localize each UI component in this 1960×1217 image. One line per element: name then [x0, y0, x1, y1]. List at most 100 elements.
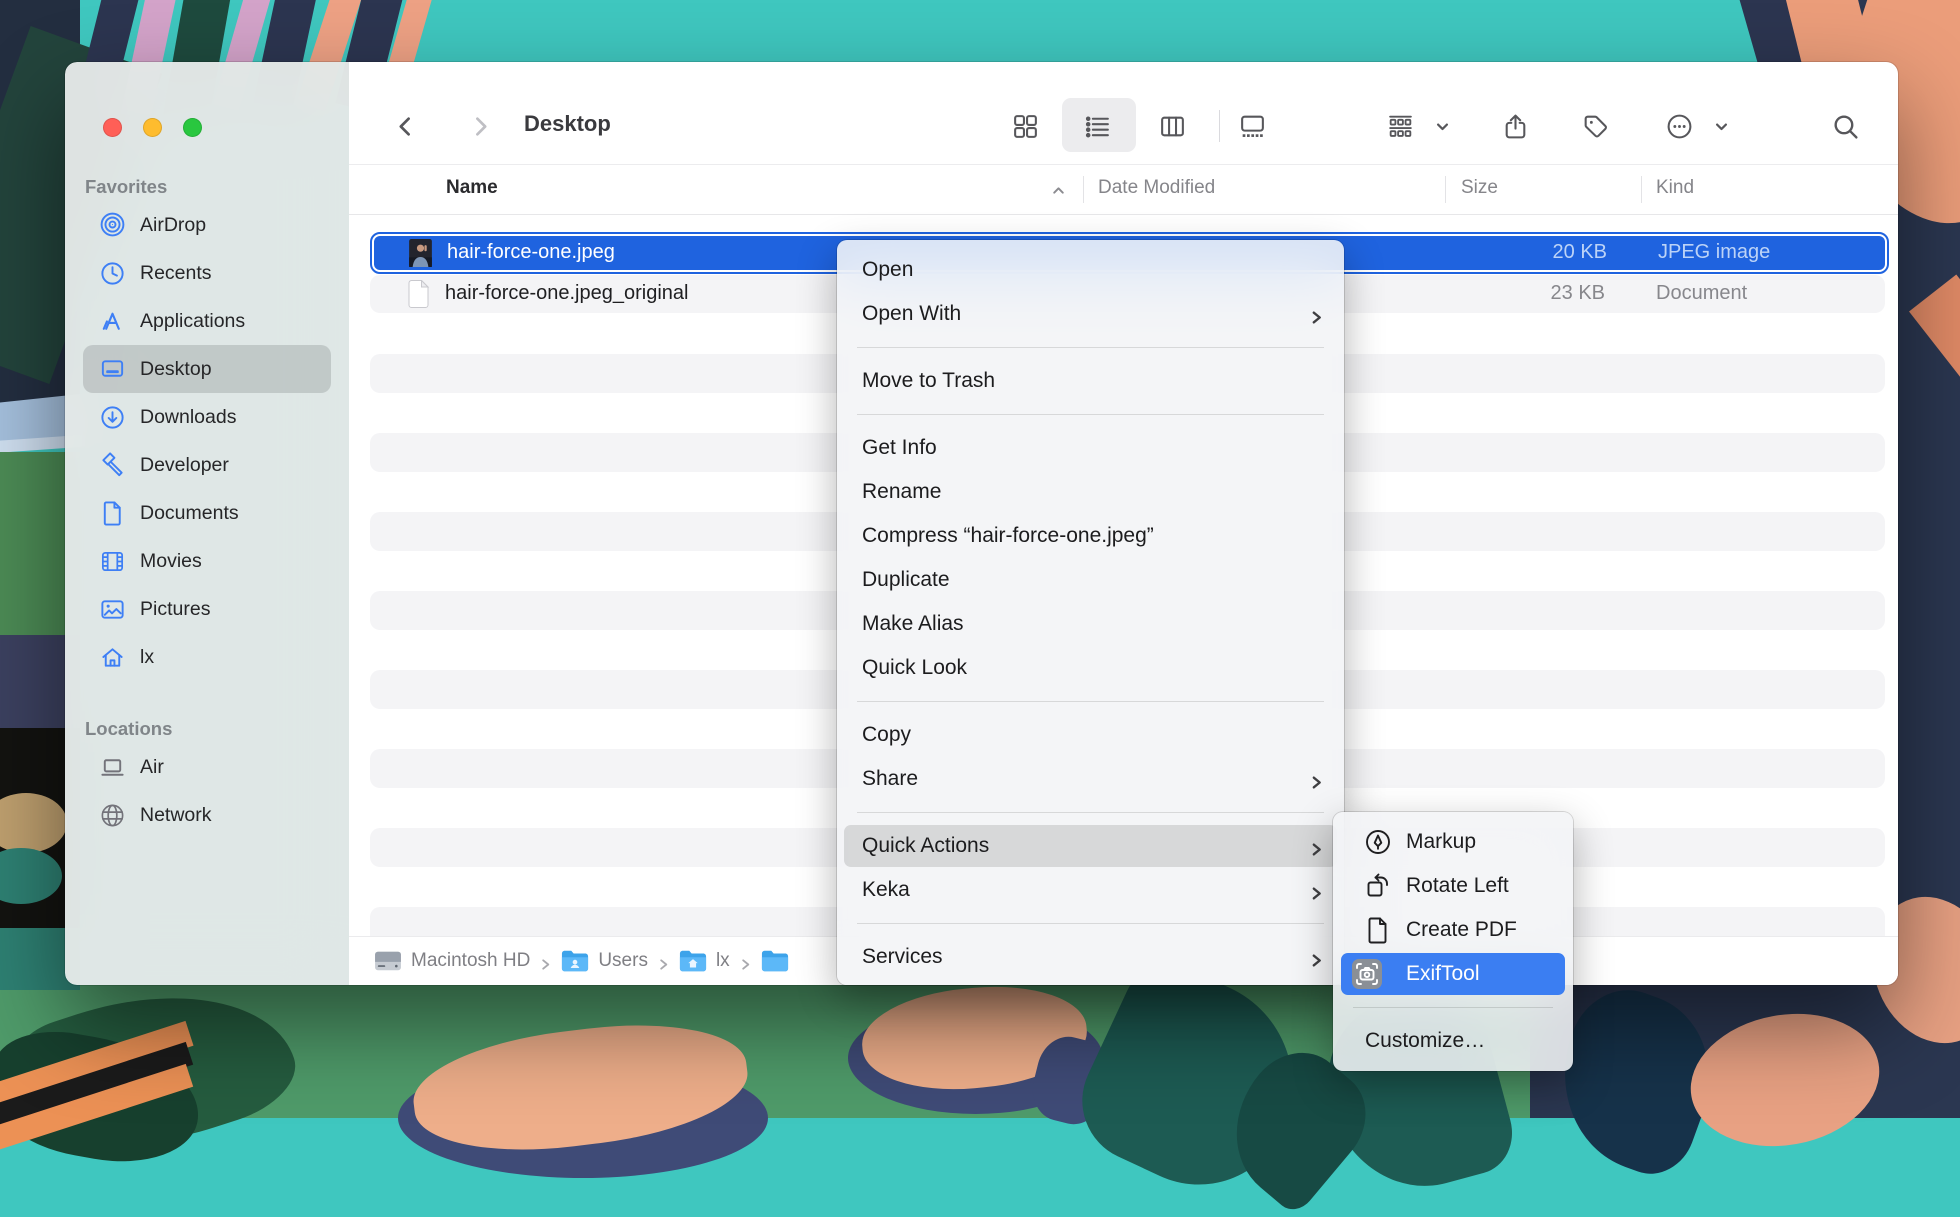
gallery-view-icon	[1238, 112, 1267, 141]
quick-actions-submenu: MarkupRotate LeftCreate PDFExifTool Custo…	[1333, 812, 1573, 1071]
sidebar-item-developer[interactable]: Developer	[83, 441, 331, 489]
file-size: 23 KB	[1460, 282, 1605, 305]
chevron-left-icon	[391, 112, 420, 141]
path-segment[interactable]: Users	[561, 949, 679, 973]
context-menu-item-keka[interactable]: Keka	[837, 868, 1344, 912]
menu-item-label: Move to Trash	[862, 369, 995, 393]
column-view-button[interactable]	[1146, 100, 1198, 152]
submenu-item-exiftool[interactable]: ExifTool	[1333, 952, 1573, 996]
submenu-item-create-pdf[interactable]: Create PDF	[1333, 908, 1573, 952]
home-icon	[99, 644, 126, 671]
context-menu-item-move-to-trash[interactable]: Move to Trash	[837, 359, 1344, 403]
back-button[interactable]	[379, 100, 431, 152]
zoom-button[interactable]	[183, 118, 202, 137]
context-menu-item-make-alias[interactable]: Make Alias	[837, 602, 1344, 646]
context-menu-item-open[interactable]: Open	[837, 248, 1344, 292]
tags-icon	[1581, 112, 1610, 141]
column-header-date-modified[interactable]: Date Modified	[1098, 177, 1215, 199]
sidebar-item-applications[interactable]: Applications	[83, 297, 331, 345]
path-segment[interactable]	[761, 949, 798, 973]
menu-item-label: Rename	[862, 480, 941, 504]
sidebar-item-documents[interactable]: Documents	[83, 489, 331, 537]
sidebar-item-lx[interactable]: lx	[83, 633, 331, 681]
sidebar-item-air[interactable]: Air	[83, 743, 331, 791]
menu-item-label: Keka	[862, 878, 910, 902]
path-segment[interactable]: Macintosh HD	[374, 949, 561, 973]
context-menu-item-compress-hair-force-one-jpeg[interactable]: Compress “hair-force-one.jpeg”	[837, 514, 1344, 558]
sidebar-item-label: Developer	[140, 454, 229, 477]
sidebar-item-movies[interactable]: Movies	[83, 537, 331, 585]
movies-icon	[99, 548, 126, 575]
icon-view-icon	[1011, 112, 1040, 141]
file-kind: JPEG image	[1658, 241, 1770, 264]
applications-icon	[99, 308, 126, 335]
submenu-item-rotate-left[interactable]: Rotate Left	[1333, 864, 1573, 908]
menu-item-label: Open	[862, 258, 913, 282]
sidebar-item-airdrop[interactable]: AirDrop	[83, 201, 331, 249]
menu-item-label: Open With	[862, 302, 961, 326]
close-button[interactable]	[103, 118, 122, 137]
context-menu-item-open-with[interactable]: Open With	[837, 292, 1344, 336]
menu-separator	[857, 923, 1324, 924]
context-menu-item-rename[interactable]: Rename	[837, 470, 1344, 514]
menu-item-label: Share	[862, 767, 918, 791]
sidebar-item-downloads[interactable]: Downloads	[83, 393, 331, 441]
more-options-button-chevron[interactable]	[1695, 100, 1747, 152]
context-menu-item-copy[interactable]: Copy	[837, 713, 1344, 757]
chevron-right-icon	[466, 112, 495, 141]
context-menu-item-services[interactable]: Services	[837, 935, 1344, 979]
context-menu-item-quick-look[interactable]: Quick Look	[837, 646, 1344, 690]
create-pdf-icon	[1364, 916, 1392, 944]
column-divider[interactable]	[1083, 176, 1084, 203]
column-header-name[interactable]: Name	[446, 177, 498, 199]
sidebar-item-recents[interactable]: Recents	[83, 249, 331, 297]
submenu-chevron-icon	[1309, 772, 1324, 787]
path-chevron-icon	[657, 955, 670, 968]
sidebar-item-pictures[interactable]: Pictures	[83, 585, 331, 633]
context-menu-item-get-info[interactable]: Get Info	[837, 426, 1344, 470]
hard-drive-icon	[374, 949, 402, 973]
path-segment[interactable]: lx	[679, 949, 761, 973]
sidebar-item-label: Downloads	[140, 406, 236, 429]
share-button[interactable]	[1489, 100, 1541, 152]
column-header-kind[interactable]: Kind	[1656, 177, 1694, 199]
sidebar-item-network[interactable]: Network	[83, 791, 331, 839]
context-menu-item-share[interactable]: Share	[837, 757, 1344, 801]
menu-separator	[857, 347, 1324, 348]
column-divider[interactable]	[1445, 176, 1446, 203]
path-segment-label: lx	[716, 950, 730, 972]
menu-item-label: Quick Look	[862, 656, 967, 680]
context-menu: Open Open With Move to Trash Get Info Rename…	[837, 240, 1344, 985]
path-chevron-icon	[739, 955, 752, 968]
column-divider[interactable]	[1641, 176, 1642, 203]
sidebar-item-label: Pictures	[140, 598, 210, 621]
share-icon	[1501, 112, 1530, 141]
folder-home-icon	[679, 949, 707, 973]
submenu-chevron-icon	[1309, 883, 1324, 898]
list-view-button[interactable]	[1071, 100, 1123, 152]
recents-icon	[99, 260, 126, 287]
submenu-chevron-icon	[1309, 307, 1324, 322]
globe-icon	[99, 802, 126, 829]
sidebar-item-label: Movies	[140, 550, 202, 573]
sort-ascending-icon	[1051, 182, 1066, 197]
document-icon	[405, 280, 432, 308]
sidebar-item-desktop[interactable]: Desktop	[83, 345, 331, 393]
minimize-button[interactable]	[143, 118, 162, 137]
submenu-item-customize[interactable]: Customize…	[1333, 1019, 1573, 1063]
tags-button[interactable]	[1569, 100, 1621, 152]
column-header-size[interactable]: Size	[1461, 177, 1498, 199]
context-menu-item-quick-actions[interactable]: Quick Actions	[837, 824, 1344, 868]
search-button[interactable]	[1819, 100, 1871, 152]
gallery-view-button[interactable]	[1226, 100, 1278, 152]
forward-button[interactable]	[454, 100, 506, 152]
sidebar-item-label: Desktop	[140, 358, 212, 381]
laptop-icon	[99, 754, 126, 781]
submenu-item-markup[interactable]: Markup	[1333, 820, 1573, 864]
menu-separator	[857, 812, 1324, 813]
context-menu-item-duplicate[interactable]: Duplicate	[837, 558, 1344, 602]
group-button-chevron[interactable]	[1416, 100, 1468, 152]
sidebar-section-header: Favorites	[83, 173, 331, 201]
sidebar-item-label: Applications	[140, 310, 245, 333]
icon-view-button[interactable]	[999, 100, 1051, 152]
